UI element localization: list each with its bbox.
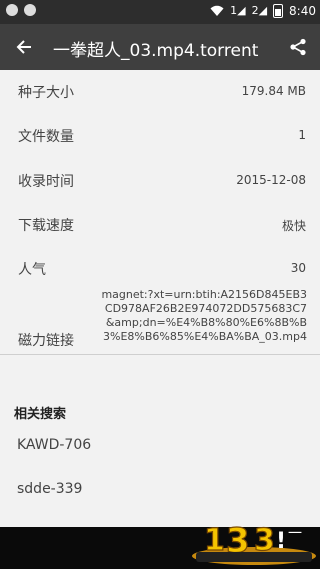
svg-text:一: 一 [288, 526, 302, 542]
sim2-number: 2 [251, 4, 259, 17]
share-icon [290, 38, 306, 56]
site-watermark-logo: 1 3 3 ! 一 [192, 520, 316, 565]
app-bar: 一拳超人_03.mp4.torrent [0, 24, 320, 70]
sim1-number: 1 [230, 4, 238, 17]
file-count-value: 1 [298, 128, 306, 142]
magnet-label: 磁力链接 [18, 333, 74, 349]
recorded-time-label: 收录时间 [18, 174, 74, 190]
magnet-link-value[interactable]: magnet:?xt=urn:btih:A2156D845EB3CD978AF2… [97, 288, 307, 344]
notification-icons [6, 4, 36, 16]
status-bar: 1◢ 2◢ 8:40 [0, 0, 320, 24]
seed-size-value: 179.84 MB [241, 84, 306, 98]
sim1-signal-icon: 1◢ [230, 4, 246, 17]
page-title: 一拳超人_03.mp4.torrent [53, 41, 259, 61]
file-count-label: 文件数量 [18, 129, 74, 145]
system-icons: 1◢ 2◢ 8:40 [210, 3, 316, 19]
battery-icon [273, 4, 284, 18]
clock: 8:40 [289, 4, 316, 18]
back-button[interactable] [10, 33, 38, 61]
download-speed-label: 下载速度 [18, 218, 74, 234]
share-button[interactable] [284, 33, 312, 61]
sim2-signal-icon: 2◢ [251, 4, 268, 17]
section-divider [0, 354, 320, 355]
popularity-label: 人气 [18, 262, 46, 278]
popularity-value: 30 [290, 261, 306, 275]
download-speed-value: 极快 [281, 219, 306, 233]
related-search-header: 相关搜索 [14, 407, 67, 422]
seed-size-label: 种子大小 [18, 85, 74, 101]
recorded-time-value: 2015-12-08 [236, 173, 306, 187]
arrow-back-icon [16, 40, 31, 54]
related-item-kawd-706[interactable]: KAWD-706 [17, 437, 91, 453]
wifi-icon [210, 5, 224, 16]
notification-icon [6, 4, 18, 16]
android-icon [24, 4, 36, 16]
related-item-sdde-339[interactable]: sdde-339 [17, 481, 82, 497]
svg-text:!: ! [276, 529, 286, 554]
